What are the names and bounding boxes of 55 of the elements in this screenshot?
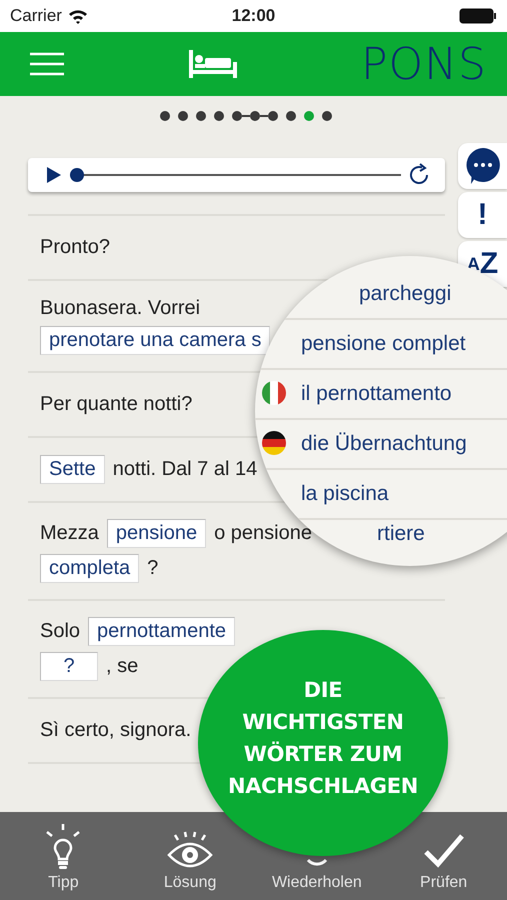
carrier-name: Carrier (10, 6, 62, 26)
answer-field[interactable]: pernottamente (88, 617, 236, 646)
brand-logo: PONS (360, 38, 487, 90)
page-dot[interactable] (160, 111, 170, 121)
vocabulary-word[interactable]: pensione complet (301, 332, 466, 356)
wifi-icon (68, 8, 88, 24)
answer-field[interactable]: prenotare una camera s (40, 326, 270, 355)
dialogue-text: Sì certo, signora. (40, 719, 192, 742)
play-icon[interactable] (46, 166, 62, 184)
german-flag-icon (261, 431, 287, 457)
answer-field[interactable]: completa (40, 554, 140, 583)
answer-field[interactable]: ? (40, 652, 98, 681)
dialogue-text: o pensione (214, 522, 312, 545)
dialogue-text: Solo (40, 620, 80, 643)
vocabulary-word[interactable]: il pernottamento (301, 382, 452, 406)
vocabulary-word[interactable]: die Übernachtung (301, 432, 467, 456)
page-dot[interactable] (268, 111, 278, 121)
bed-icon (189, 50, 238, 78)
dialogue-text: Mezza (40, 522, 99, 545)
dialogue-text: ? (147, 557, 158, 580)
menu-icon[interactable] (30, 52, 66, 76)
toolbar-button[interactable]: Lösung (126, 812, 254, 900)
dialogue-text: , se (106, 655, 138, 678)
page-dot[interactable] (232, 111, 242, 121)
promo-text: WÖRTER ZUM (244, 740, 402, 768)
promo-text: NACHSCHLAGEN (228, 773, 418, 800)
chat-tab[interactable] (458, 143, 507, 189)
page-dot[interactable] (214, 111, 224, 121)
page-dot[interactable] (322, 111, 332, 121)
page-dot[interactable] (178, 111, 188, 121)
page-dot[interactable] (196, 111, 206, 121)
toolbar-button[interactable]: Tipp (0, 812, 127, 900)
toolbar-button[interactable]: Wiederholen (254, 812, 380, 900)
dialogue-text: Buonasera. Vorrei (40, 297, 200, 320)
speech-bubble-icon (464, 147, 500, 185)
answer-field[interactable]: Sette (40, 455, 105, 484)
dialogue-text: notti. Dal 7 al 14 (112, 458, 258, 481)
promo-text: WICHTIGSTEN (242, 709, 404, 736)
dialogue-text: Per quante notti? (40, 393, 192, 416)
italian-flag-icon (261, 381, 287, 407)
promo-text: DIE (304, 677, 342, 704)
battery-icon (459, 8, 497, 24)
dialogue-text: Pronto? (40, 236, 110, 259)
page-dot[interactable] (250, 111, 260, 121)
clock-time: 12:00 (232, 6, 276, 26)
vocabulary-word[interactable]: rtiere (377, 522, 425, 546)
answer-field[interactable]: pensione (106, 519, 206, 548)
page-dot[interactable] (304, 111, 314, 121)
slider-thumb[interactable] (70, 168, 84, 182)
vocabulary-word[interactable]: la piscina (301, 482, 389, 506)
eye-icon (166, 830, 214, 870)
toolbar-button[interactable]: Prüfen (380, 812, 507, 900)
vocabulary-word[interactable]: parcheggi (359, 282, 452, 306)
side-tab[interactable]: ! (458, 192, 507, 238)
page-dot[interactable] (286, 111, 296, 121)
